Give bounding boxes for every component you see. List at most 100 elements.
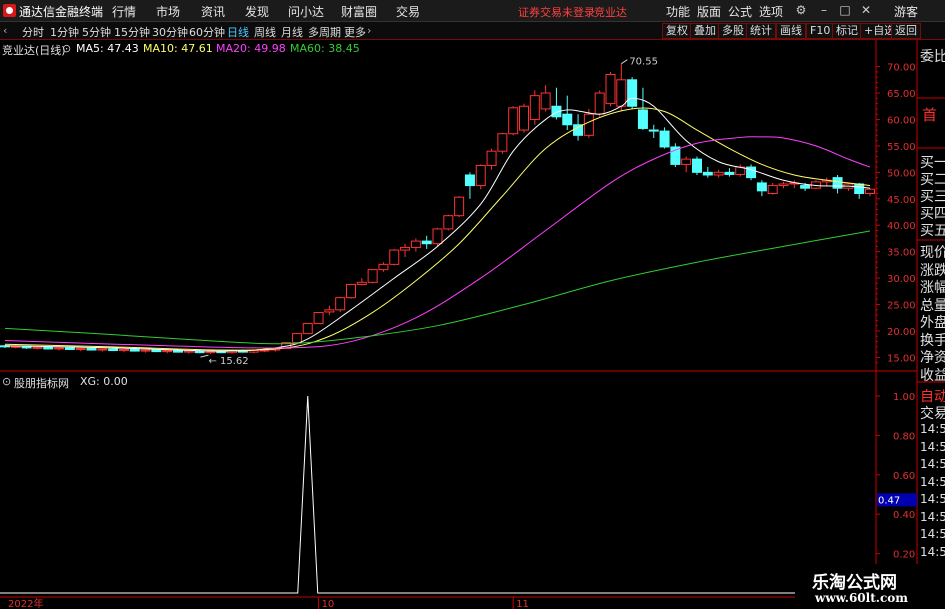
candle-body-down bbox=[64, 347, 75, 350]
candle-body-down bbox=[151, 349, 162, 353]
watermark-title: 乐淘公式网 bbox=[812, 573, 897, 593]
high-price-label: 70.55 bbox=[629, 57, 658, 68]
candle-body-down bbox=[800, 185, 811, 189]
candle-body-up bbox=[205, 351, 216, 354]
trade-time: 14:56 bbox=[920, 527, 945, 541]
candle-body-down bbox=[86, 347, 97, 351]
sub-axis-label: 1.00 bbox=[893, 392, 915, 403]
price-axis-label: 60.00 bbox=[887, 115, 916, 126]
trade-time: 14:56 bbox=[920, 544, 945, 559]
candle-body-down bbox=[648, 129, 659, 132]
trade-time: 14:55 bbox=[920, 457, 945, 471]
candle-body-up bbox=[54, 347, 65, 350]
candle-body-up bbox=[324, 309, 335, 313]
candle-body-up bbox=[529, 95, 540, 120]
candle-body-down bbox=[756, 182, 767, 192]
label-first: 首 bbox=[922, 106, 938, 124]
candle-body-up bbox=[508, 107, 519, 135]
price-axis-label: 15.00 bbox=[887, 353, 916, 364]
candle-body-up bbox=[400, 246, 411, 251]
candle-body-up bbox=[410, 240, 421, 248]
candle-body-down bbox=[43, 346, 54, 350]
candle-body-up bbox=[118, 348, 129, 352]
candle-body-up bbox=[594, 92, 605, 115]
price-axis-label: 50.00 bbox=[887, 168, 916, 179]
price-axis-label: 25.00 bbox=[887, 301, 916, 312]
candle-body-up bbox=[443, 215, 454, 230]
candle-body-up bbox=[75, 347, 86, 350]
candle-body-up bbox=[183, 350, 194, 353]
sub-axis-label: 0.60 bbox=[893, 471, 915, 482]
sub-axis-label: 0.20 bbox=[893, 550, 915, 561]
price-axis-label: 40.00 bbox=[887, 221, 916, 232]
candle-body-up bbox=[97, 348, 108, 351]
candle-body-down bbox=[573, 124, 584, 136]
label-tab-1: 交易 bbox=[920, 406, 945, 422]
candle-body-up bbox=[605, 74, 616, 105]
date-axis-label: 2022年 bbox=[8, 597, 43, 609]
candle-body-up bbox=[140, 349, 151, 352]
candle-body-up bbox=[378, 263, 389, 271]
candle-body-up bbox=[356, 281, 367, 285]
candle-body-up bbox=[335, 297, 346, 311]
price-axis-label: 30.00 bbox=[887, 274, 916, 285]
label-commission-ratio: 委比 bbox=[920, 49, 945, 65]
candle-body-up bbox=[583, 113, 594, 136]
trade-time: 14:56 bbox=[920, 492, 945, 506]
candle-body-up bbox=[291, 333, 302, 344]
candle-body-up bbox=[540, 92, 551, 110]
candle-body-up bbox=[248, 350, 259, 353]
trade-time: 14:56 bbox=[920, 474, 945, 489]
candle-body-down bbox=[692, 158, 702, 173]
date-axis-label: 11 bbox=[516, 599, 529, 609]
price-axis-label: 55.00 bbox=[887, 142, 916, 153]
candle-body-up bbox=[681, 158, 692, 165]
price-axis-label: 70.00 bbox=[887, 63, 916, 74]
candle-body-up bbox=[162, 350, 173, 353]
trade-time: 14:55 bbox=[920, 439, 945, 454]
sub-axis-label: 0.80 bbox=[893, 431, 915, 442]
candle-body-up bbox=[865, 188, 875, 194]
candle-body-up bbox=[389, 249, 400, 265]
candle-body-down bbox=[562, 113, 573, 126]
kline-chart[interactable]: 70.00 65.00 60.00 55.00 50.00 45.00 40.00 35.00… bbox=[0, 0, 945, 609]
candle-body-up bbox=[432, 228, 443, 245]
candle-body-down bbox=[108, 348, 119, 352]
candle-body-down bbox=[464, 174, 475, 187]
candle-body-up bbox=[778, 183, 789, 187]
candle-body-down bbox=[637, 109, 648, 129]
candle-body-up bbox=[767, 185, 778, 194]
price-axis-label: 20.00 bbox=[887, 327, 916, 338]
trade-time: 14:56 bbox=[920, 509, 945, 524]
candle-body-up bbox=[454, 196, 465, 217]
price-axis-label: 35.00 bbox=[887, 248, 916, 259]
candle-body-up bbox=[486, 150, 497, 166]
candle-body-down bbox=[421, 240, 432, 245]
low-marker-line bbox=[200, 354, 209, 358]
candle-body-down bbox=[854, 183, 865, 194]
xg-indicator-line bbox=[0, 395, 876, 594]
date-axis-label: 10 bbox=[322, 599, 335, 609]
candle-body-up bbox=[302, 323, 313, 335]
high-marker-line bbox=[621, 59, 628, 65]
candle-body-up bbox=[616, 79, 627, 107]
candle-body-up bbox=[346, 283, 356, 299]
low-price-label: ← 15.62 bbox=[208, 356, 248, 367]
label-stat-7: 收益 bbox=[920, 367, 945, 384]
candle-body-up bbox=[32, 346, 43, 349]
ma-line-ma60 bbox=[4, 230, 871, 345]
candle-body-up bbox=[313, 311, 324, 325]
price-axis-label: 45.00 bbox=[887, 195, 916, 206]
candle-body-up bbox=[475, 164, 486, 187]
watermark-url: www.60lt.com bbox=[815, 591, 908, 605]
sub-current-value: 0.47 bbox=[878, 495, 900, 506]
label-bid-5: 买五 bbox=[920, 223, 945, 239]
candle-body-down bbox=[832, 177, 843, 189]
candle-body-down bbox=[702, 171, 713, 176]
candle-body-down bbox=[194, 350, 205, 354]
ma-line-ma20 bbox=[4, 136, 871, 349]
candle-body-up bbox=[259, 349, 270, 352]
candle-body-down bbox=[627, 79, 638, 107]
ma-line-ma5 bbox=[4, 97, 871, 352]
trade-time: 14:55 bbox=[920, 422, 945, 436]
